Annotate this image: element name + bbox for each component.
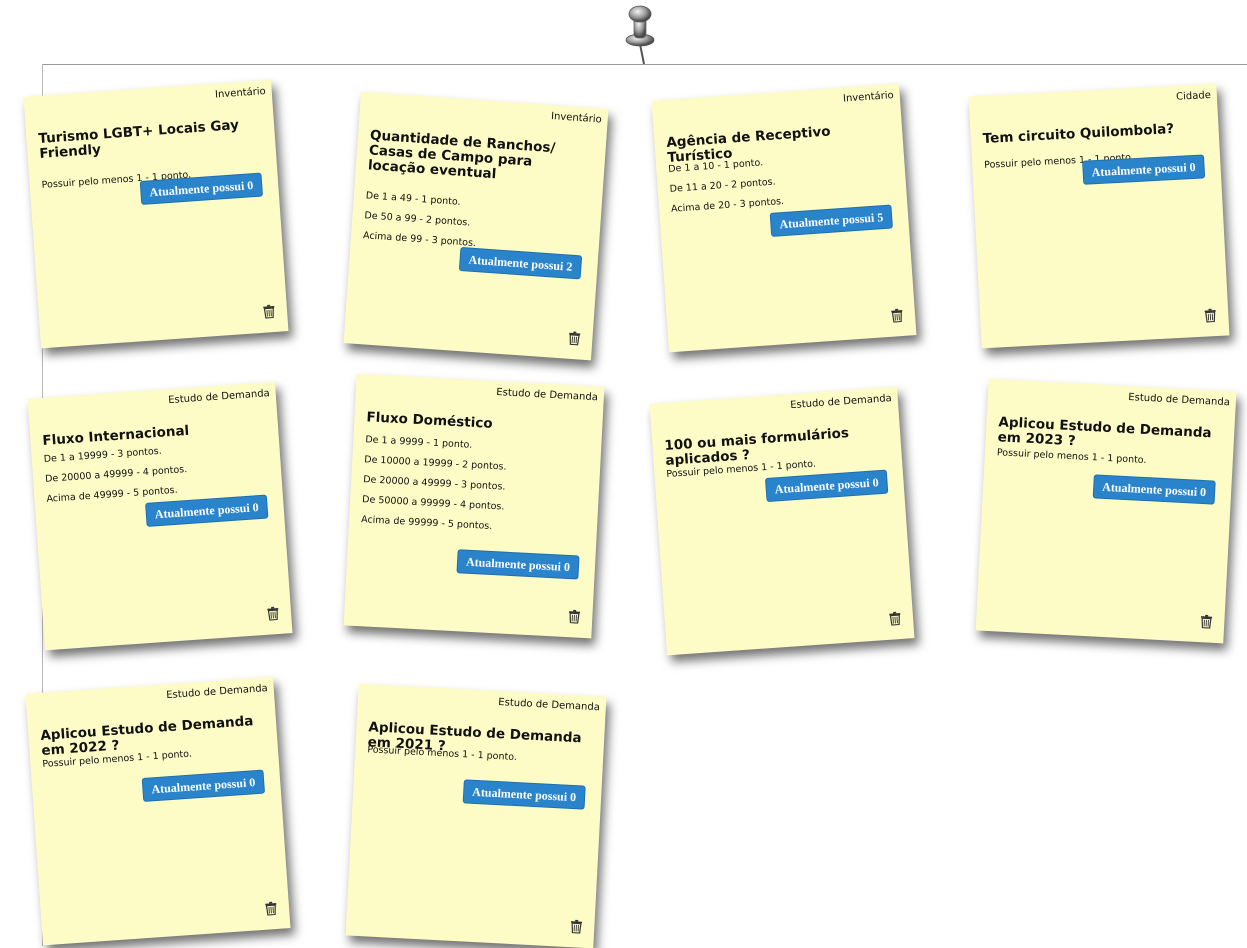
sticky-note: Estudo de DemandaAplicou Estudo de Deman… xyxy=(346,684,607,948)
trash-icon[interactable] xyxy=(889,611,902,626)
sticky-note: Estudo de Demanda100 ou mais formulários… xyxy=(650,387,915,656)
trash-icon[interactable] xyxy=(1204,308,1217,323)
note-category: Cidade xyxy=(1176,90,1211,103)
current-value-button[interactable]: Atualmente possui 0 xyxy=(1093,474,1216,504)
note-category: Estudo de Demanda xyxy=(1128,392,1230,408)
note-title: Turismo LGBT+ Locais Gay Friendly xyxy=(38,117,262,162)
trash-icon[interactable] xyxy=(568,331,581,346)
sticky-note: InventárioAgência de Receptivo Turístico… xyxy=(652,84,917,353)
trash-icon[interactable] xyxy=(568,609,581,624)
sticky-note: Estudo de DemandaFluxo InternacionalDe 1… xyxy=(28,382,293,651)
trash-icon[interactable] xyxy=(265,901,278,916)
note-category: Estudo de Demanda xyxy=(496,387,598,403)
note-category: Estudo de Demanda xyxy=(790,393,892,411)
current-value-button[interactable]: Atualmente possui 0 xyxy=(463,779,586,809)
trash-icon[interactable] xyxy=(267,606,280,621)
sticky-note: Estudo de DemandaFluxo DomésticoDe 1 a 9… xyxy=(344,374,605,639)
sticky-note: Inventário Quantidade de Ranchos/ Casas d… xyxy=(344,92,609,361)
note-title: Tem circuito Quilombola? xyxy=(982,120,1204,147)
sticky-note: Inventário Turismo LGBT+ Locais Gay Frien… xyxy=(24,80,289,349)
pushpin-icon xyxy=(614,0,674,66)
note-category: Inventário xyxy=(843,90,894,105)
trash-icon[interactable] xyxy=(570,919,583,934)
note-category: Inventário xyxy=(551,111,602,126)
note-category: Estudo de Demanda xyxy=(498,697,600,713)
trash-icon[interactable] xyxy=(1200,614,1213,629)
sticky-note: Estudo de DemandaAplicou Estudo de Deman… xyxy=(26,677,291,946)
note-category: Inventário xyxy=(215,86,266,101)
note-category: Estudo de Demanda xyxy=(166,683,268,701)
trash-icon[interactable] xyxy=(891,308,904,323)
trash-icon[interactable] xyxy=(263,304,276,319)
sticky-note: CidadeTem circuito Quilombola?Possuir pe… xyxy=(969,84,1230,349)
note-criteria: De 1 a 9999 - 1 ponto.De 10000 a 19999 -… xyxy=(361,430,590,542)
current-value-button[interactable]: Atualmente possui 0 xyxy=(142,770,265,802)
note-title: Quantidade de Ranchos/ Casas de Campo pa… xyxy=(367,128,592,188)
sticky-note: Estudo de DemandaAplicou Estudo de Deman… xyxy=(976,379,1237,644)
note-category: Estudo de Demanda xyxy=(168,388,270,406)
current-value-button[interactable]: Atualmente possui 0 xyxy=(456,549,579,579)
current-value-button[interactable]: Atualmente possui 0 xyxy=(1082,154,1205,184)
